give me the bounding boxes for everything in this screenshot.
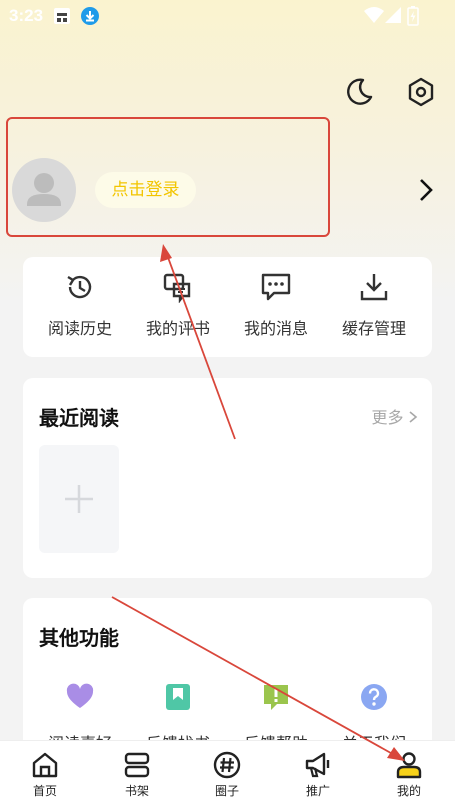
quick-actions-card: 阅读历史 我的评书 我的消息 缓存管理 (23, 257, 432, 357)
login-button[interactable]: 点击登录 (95, 172, 196, 208)
tab-circle[interactable]: 圈子 (192, 751, 262, 799)
status-bar: 3:23 (0, 0, 455, 32)
recent-reading-title: 最近阅读 (39, 408, 119, 430)
avatar[interactable] (12, 158, 76, 222)
quick-action-label: 阅读历史 (47, 321, 112, 338)
user-placeholder-icon (27, 173, 61, 206)
wifi-icon (364, 7, 384, 23)
tab-label: 书架 (124, 784, 149, 798)
hashtag-icon (213, 751, 241, 779)
home-icon (32, 752, 58, 778)
quick-action-cache-management[interactable]: 缓存管理 (329, 271, 419, 339)
download-icon (360, 274, 388, 301)
tab-label: 首页 (32, 784, 57, 798)
signal-icon (385, 7, 401, 23)
more-label: 更多 (371, 410, 404, 427)
night-mode-icon[interactable] (343, 76, 375, 108)
tab-home[interactable]: 首页 (10, 751, 80, 799)
other-functions-title: 其他功能 (39, 628, 119, 650)
plus-icon (65, 485, 93, 513)
download-notification-icon (81, 7, 99, 25)
quick-action-label: 缓存管理 (341, 321, 406, 338)
quick-action-label: 我的消息 (243, 321, 308, 338)
tab-promotion[interactable]: 推广 (283, 751, 353, 799)
heart-icon (66, 683, 94, 708)
feedback-icon (264, 685, 288, 710)
more-link[interactable]: 更多 (372, 404, 418, 428)
tab-label: 圈子 (214, 784, 239, 798)
megaphone-icon (305, 752, 330, 778)
question-icon (361, 684, 387, 710)
settings-icon[interactable] (405, 76, 437, 108)
tab-bookshelf[interactable]: 书架 (102, 751, 172, 799)
add-book-placeholder[interactable] (39, 445, 119, 553)
tab-label: 推广 (305, 784, 330, 798)
profile-icon (396, 752, 422, 779)
other-functions-card: 其他功能 阅读喜好 反馈找书 反馈帮助 关于我们 (23, 598, 432, 758)
tab-label: 我的 (396, 784, 421, 798)
bookmark-icon (166, 684, 190, 710)
app-notification-icon (54, 8, 70, 24)
quick-action-reading-history[interactable]: 阅读历史 (35, 271, 125, 339)
status-time: 3:23 (9, 6, 44, 25)
bookshelf-icon (124, 752, 150, 778)
message-icon (261, 273, 291, 301)
recent-reading-card: 最近阅读 更多 (23, 378, 432, 578)
bottom-tab-bar: 首页 书架 圈子 推广 我的 (0, 740, 455, 809)
quick-action-my-comments[interactable]: 我的评书 (133, 271, 223, 339)
comments-icon (163, 273, 191, 303)
quick-action-my-messages[interactable]: 我的消息 (231, 271, 321, 339)
history-icon (67, 275, 92, 299)
chevron-right-icon[interactable] (416, 176, 436, 204)
tab-mine[interactable]: 我的 (374, 751, 444, 799)
chevron-right-small-icon (409, 411, 418, 423)
quick-action-label: 我的评书 (145, 321, 210, 338)
battery-icon (407, 6, 419, 26)
